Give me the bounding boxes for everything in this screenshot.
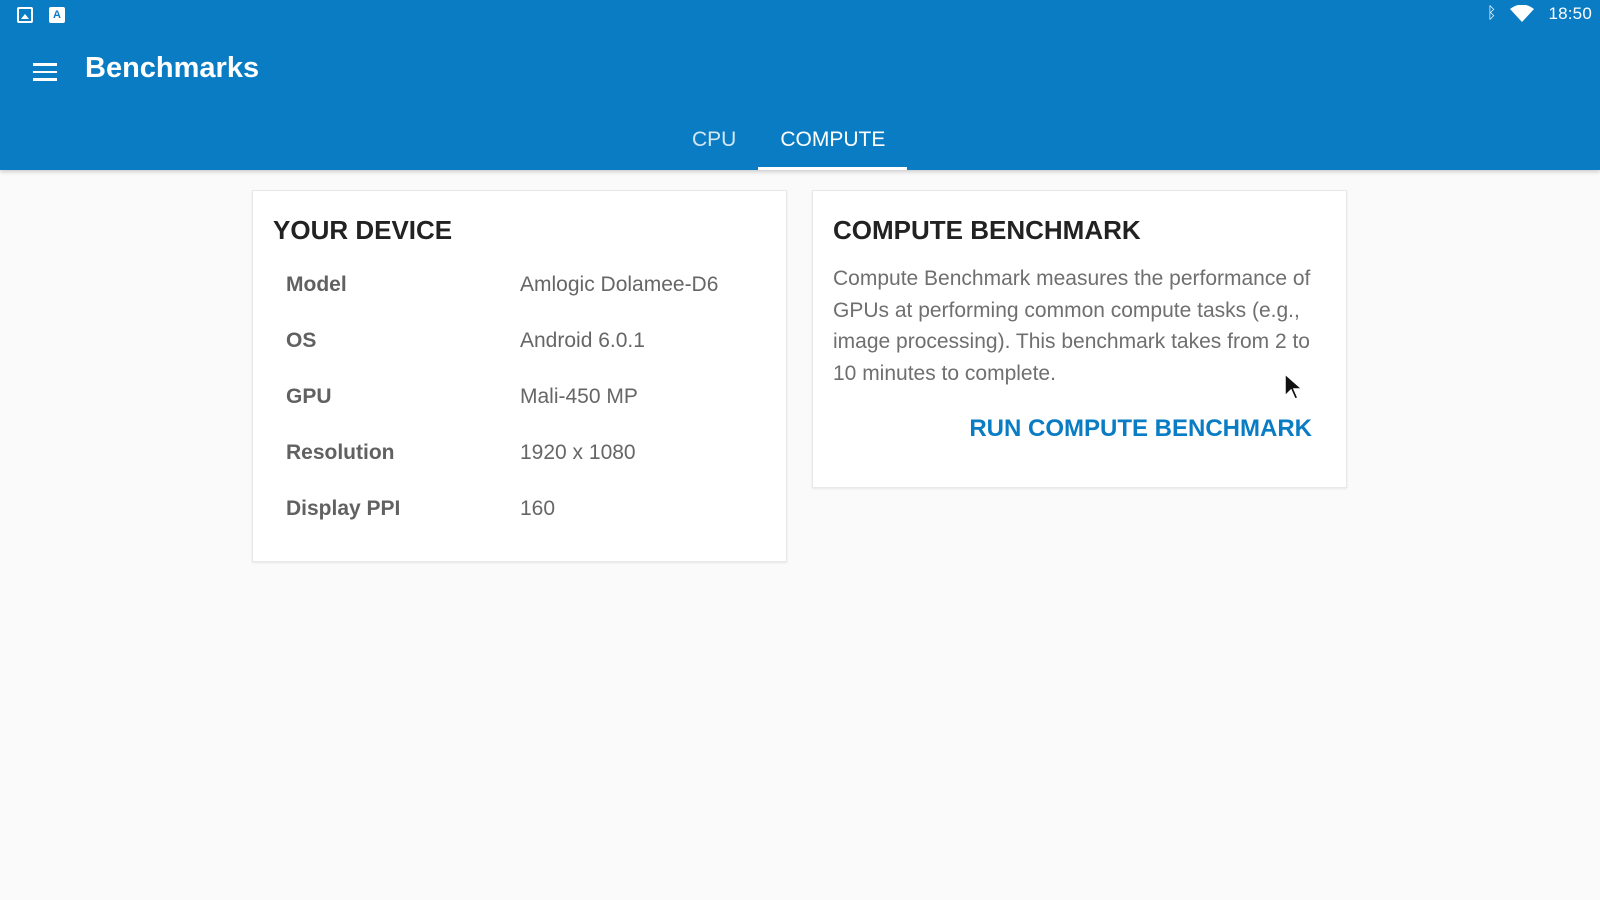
app-bar: A ᛒ 18:50 Benchmarks CPU COMPUTE xyxy=(0,0,1600,170)
mouse-cursor-icon xyxy=(1284,373,1304,400)
spec-label: Model xyxy=(286,273,347,296)
menu-button[interactable] xyxy=(28,55,62,89)
bluetooth-icon: ᛒ xyxy=(1486,5,1497,22)
notification-icons: A xyxy=(17,7,65,23)
spec-value: Mali-450 MP xyxy=(520,385,638,408)
spec-row-resolution: Resolution 1920 x 1080 xyxy=(286,441,766,473)
spec-value: Amlogic Dolamee-D6 xyxy=(520,273,719,296)
spec-row-os: OS Android 6.0.1 xyxy=(286,329,766,361)
status-right: ᛒ 18:50 xyxy=(1487,4,1592,24)
tab-compute[interactable]: COMPUTE xyxy=(758,110,908,170)
app-title: Benchmarks xyxy=(85,52,260,84)
status-bar: A ᛒ 18:50 xyxy=(0,0,1600,31)
menu-icon-line-middle xyxy=(33,70,57,74)
spec-label: Resolution xyxy=(286,441,395,464)
clock: 18:50 xyxy=(1548,4,1592,23)
spec-label: Display PPI xyxy=(286,497,401,520)
device-card-title: YOUR DEVICE xyxy=(273,215,453,245)
run-compute-benchmark-button[interactable]: RUN COMPUTE BENCHMARK xyxy=(969,415,1312,443)
wifi-icon xyxy=(1510,5,1535,22)
tab-cpu[interactable]: CPU xyxy=(670,110,758,170)
menu-icon-line-bottom xyxy=(33,78,57,81)
spec-value: 160 xyxy=(520,497,556,520)
benchmark-description: Compute Benchmark measures the performan… xyxy=(833,267,1311,385)
spec-row-display-ppi: Display PPI 160 xyxy=(286,497,766,529)
spec-label: OS xyxy=(286,329,317,352)
image-icon xyxy=(17,7,33,23)
spec-value: 1920 x 1080 xyxy=(520,441,636,464)
menu-icon-line-top xyxy=(33,63,57,66)
device-card: YOUR DEVICE Model Amlogic Dolamee-D6 OS … xyxy=(252,190,787,562)
store-icon: A xyxy=(49,7,65,23)
tab-bar: CPU COMPUTE xyxy=(670,110,908,170)
spec-label: GPU xyxy=(286,385,332,408)
spec-value: Android 6.0.1 xyxy=(520,329,645,352)
compute-benchmark-card: COMPUTE BENCHMARK Compute Benchmark meas… xyxy=(812,190,1347,488)
spec-row-gpu: GPU Mali-450 MP xyxy=(286,385,766,417)
spec-row-model: Model Amlogic Dolamee-D6 xyxy=(286,273,766,305)
compute-card-title: COMPUTE BENCHMARK xyxy=(833,215,1141,245)
